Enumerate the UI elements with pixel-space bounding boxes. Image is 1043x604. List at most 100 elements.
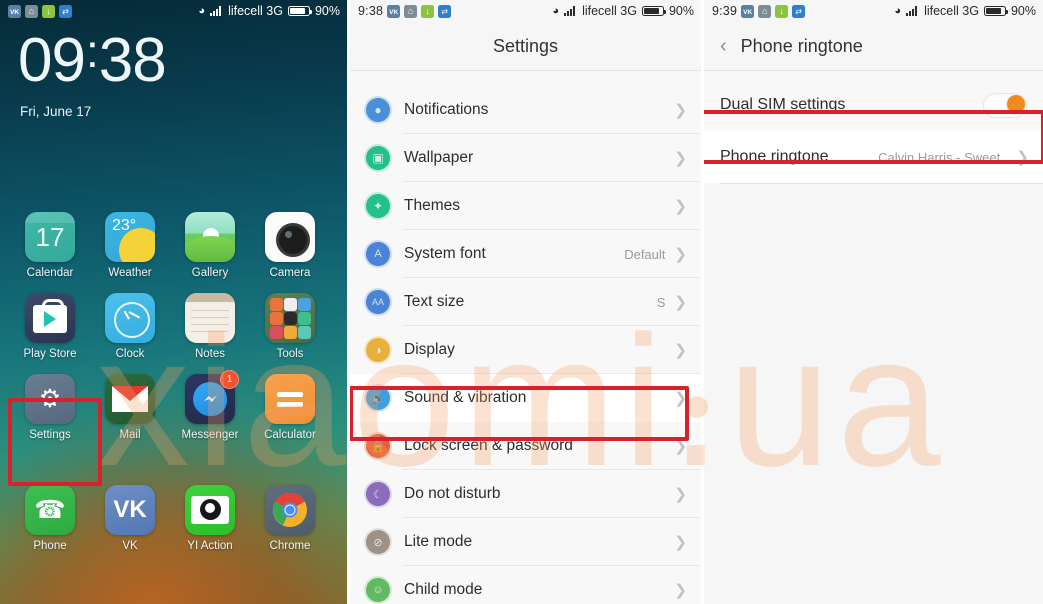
carrier-label: lifecell 3G	[582, 4, 637, 18]
clock-minutes: 38	[98, 26, 167, 95]
lockscreen-panel: ◕ lifecell 3G 90% 09:38 Fri, June 17 17 …	[0, 0, 347, 604]
do-not-disturb-icon: ☾	[364, 480, 392, 508]
app-label: Settings	[29, 429, 71, 441]
chrome-glyph-icon	[273, 493, 307, 527]
app-tools-folder[interactable]: Tools	[250, 293, 330, 360]
app-calculator[interactable]: Calculator	[250, 374, 330, 441]
status-clock: 9:39	[711, 4, 738, 18]
phone-ringtone-panel: 9:39 ◕ lifecell 3G 90% ‹ Phone ringtone …	[700, 0, 1043, 604]
app-play-store[interactable]: Play Store	[10, 293, 90, 360]
app-label: Gallery	[191, 267, 229, 279]
app-vk[interactable]: VK VK	[90, 485, 170, 552]
app-camera[interactable]: Camera	[250, 212, 330, 279]
chevron-right-icon: ❯	[674, 101, 687, 119]
settings-row-text-size[interactable]: AA Text size S ❯	[350, 278, 701, 326]
battery-icon	[287, 6, 313, 16]
wifi-icon: ◕	[552, 4, 560, 17]
settings-row-system-font[interactable]: A System font Default ❯	[350, 230, 701, 278]
tools-folder-icon	[265, 293, 315, 343]
app-label: Phone	[33, 540, 67, 552]
chevron-right-icon: ❯	[674, 581, 687, 599]
download-icon	[775, 4, 789, 18]
text-size-icon: AA	[364, 288, 392, 316]
app-gallery[interactable]: Gallery	[170, 212, 250, 279]
settings-row-wallpaper[interactable]: ▣ Wallpaper ❯	[350, 134, 701, 182]
app-messenger[interactable]: 1 Messenger	[170, 370, 250, 441]
three-panel-screenshot: ◕ lifecell 3G 90% 09:38 Fri, June 17 17 …	[0, 0, 1043, 604]
icon-row-dock: ☎ Phone VK VK YI Action Chrome	[0, 485, 347, 552]
system-font-icon: A	[364, 240, 392, 268]
app-mail[interactable]: Mail	[90, 374, 170, 441]
app-calendar[interactable]: 17 Calendar	[10, 212, 90, 279]
sound-vibration-icon: 🔈	[364, 384, 392, 412]
lock-screen-icon: 🔒	[364, 432, 392, 460]
app-weather[interactable]: 23° Weather	[90, 212, 170, 279]
battery-percent: 90%	[1010, 4, 1036, 18]
row-label: Do not disturb	[404, 485, 501, 502]
app-label: Camera	[269, 267, 311, 279]
battery-percent: 90%	[668, 4, 694, 18]
download-icon	[42, 4, 55, 18]
row-label: System font	[404, 245, 486, 262]
app-label: Chrome	[269, 540, 311, 552]
settings-row-notifications[interactable]: ● Notifications ❯	[350, 86, 701, 134]
notification-badge: 1	[220, 370, 239, 389]
mail-icon	[105, 374, 155, 424]
settings-row-display[interactable]: ◑ Display ❯	[350, 326, 701, 374]
weather-icon: 23°	[105, 212, 155, 262]
row-label: Display	[404, 341, 455, 358]
app-clock[interactable]: Clock	[90, 293, 170, 360]
app-label: Calendar	[26, 267, 74, 279]
vk-icon	[741, 4, 755, 18]
chevron-right-icon: ❯	[674, 341, 687, 359]
app-chrome[interactable]: Chrome	[250, 485, 330, 552]
settings-row-do-not-disturb[interactable]: ☾ Do not disturb ❯	[350, 470, 701, 518]
child-mode-icon: ☺	[364, 576, 392, 604]
vk-icon: VK	[105, 485, 155, 535]
chevron-right-icon: ❯	[1016, 148, 1029, 166]
app-notes[interactable]: Notes	[170, 293, 250, 360]
settings-row-lite-mode[interactable]: ⊘ Lite mode ❯	[350, 518, 701, 566]
app-label: Messenger	[181, 429, 239, 441]
row-phone-ringtone[interactable]: Phone ringtone Calvin Harris - Sweet.. ❯	[703, 131, 1043, 183]
sync-icon	[438, 4, 452, 18]
dual-sim-toggle[interactable]	[983, 92, 1027, 118]
clock-icon	[105, 293, 155, 343]
app-label: Calculator	[264, 429, 316, 441]
settings-row-sound-vibration[interactable]: 🔈 Sound & vibration ❯	[350, 374, 701, 422]
carrier-label: lifecell 3G	[228, 4, 283, 18]
lockscreen-status-bar: ◕ lifecell 3G 90%	[0, 0, 347, 22]
yi-action-icon	[185, 485, 235, 535]
row-label: Lite mode	[404, 533, 473, 550]
ringtone-list: Dual SIM settings Phone ringtone Calvin …	[703, 71, 1043, 184]
row-label: Wallpaper	[404, 149, 474, 166]
download-icon	[421, 4, 435, 18]
settings-row-child-mode[interactable]: ☺ Child mode ❯	[350, 566, 701, 604]
notes-icon	[185, 293, 235, 343]
chrome-icon	[265, 485, 315, 535]
page-title: Settings	[492, 35, 559, 56]
home-icon	[25, 4, 38, 18]
gallery-icon	[185, 212, 235, 262]
wallpaper-icon: ▣	[364, 144, 392, 172]
back-icon[interactable]: ‹	[720, 36, 727, 56]
icon-row: ⚙ Settings Mail 1 Messenger Calculator	[0, 370, 347, 441]
app-settings[interactable]: ⚙ Settings	[10, 374, 90, 441]
list-divider	[719, 183, 1043, 184]
app-label: Clock	[115, 348, 145, 360]
settings-row-lock-screen[interactable]: 🔒 Lock screen & password ❯	[350, 422, 701, 470]
row-label: Notifications	[404, 101, 489, 118]
chevron-right-icon: ❯	[674, 197, 687, 215]
calendar-icon: 17	[25, 212, 75, 262]
app-phone[interactable]: ☎ Phone	[10, 485, 90, 552]
settings-status-bar: 9:38 ◕ lifecell 3G 90%	[350, 0, 701, 22]
row-dual-sim-settings[interactable]: Dual SIM settings	[704, 79, 1043, 131]
lockscreen-clock: 09:38	[18, 26, 167, 95]
signal-icon	[906, 6, 919, 16]
battery-icon	[983, 6, 1009, 16]
settings-row-themes[interactable]: ✦ Themes ❯	[350, 182, 701, 230]
app-label: Mail	[119, 429, 141, 441]
chevron-right-icon: ❯	[674, 533, 687, 551]
watermark-dot	[686, 396, 708, 418]
app-yi-action[interactable]: YI Action	[170, 485, 250, 552]
